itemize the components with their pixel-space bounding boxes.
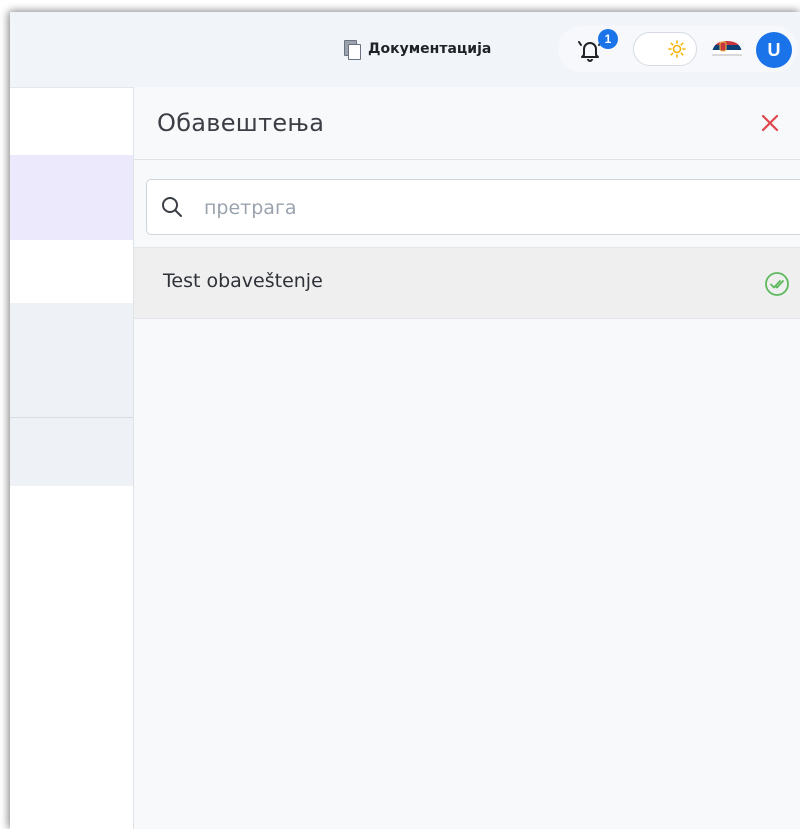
background-list-item <box>10 418 134 486</box>
panel-header: Обавештења <box>134 87 800 160</box>
theme-toggle[interactable] <box>633 32 697 66</box>
search-input[interactable] <box>202 188 786 228</box>
notification-title: Test obaveštenje <box>163 270 323 292</box>
header-actions: 1 U <box>558 26 798 72</box>
documentation-link[interactable]: Документација <box>343 37 491 61</box>
sun-icon <box>668 40 686 58</box>
notifications-panel: Обавештења Test obaveštenje <box>133 87 800 829</box>
user-avatar[interactable]: U <box>756 32 792 68</box>
notification-item[interactable]: Test obaveštenje <box>134 248 800 319</box>
background-list-item <box>10 303 134 418</box>
avatar-initial: U <box>767 39 781 60</box>
search-icon <box>162 197 182 217</box>
close-icon[interactable] <box>760 113 780 133</box>
panel-title: Обавештења <box>157 109 325 137</box>
documents-icon <box>343 39 361 60</box>
notification-count-badge: 1 <box>598 29 618 49</box>
double-check-icon <box>765 272 789 296</box>
serbian-flag-icon[interactable] <box>710 37 744 61</box>
background-list-item <box>10 155 134 240</box>
search-box <box>146 179 800 235</box>
documentation-label: Документација <box>368 41 492 57</box>
notification-list: Test obaveštenje <box>134 247 800 319</box>
app-frame: Документација 1 U Обавештења претрага Te… <box>10 12 800 829</box>
top-bar: Документација 1 U <box>10 12 800 88</box>
